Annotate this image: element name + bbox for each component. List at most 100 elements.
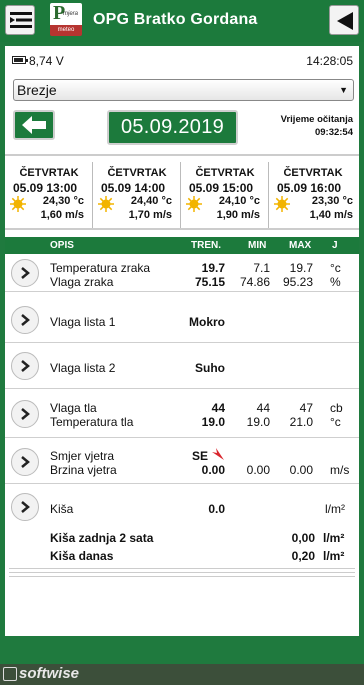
value-wind-speed: 0.00 [201,463,225,477]
forecast-temperature: 24,40 °c [130,195,172,207]
content-card: 8,74 V 14:28:05 Brezje ▼ 05.09.2019 Vrij… [5,46,359,636]
row-expand-button[interactable] [11,493,39,521]
max-air-humidity: 95.23 [282,275,313,289]
table-row-air[interactable]: Temperatura zraka 19.7 7.1 19.7 °c Vlaga… [5,254,359,292]
date-button[interactable]: 05.09.2019 [107,110,238,145]
unit-rain: l/m² [325,502,345,516]
table-row-soil[interactable]: Vlaga tla 44 44 47 cb Temperatura tla 19… [5,393,359,438]
station-select[interactable]: Brezje ▼ [13,79,354,101]
unit-soil-moisture: cb [330,401,343,415]
table-row-rain[interactable]: Kiša 0.0 l/m² [5,486,359,524]
label-soil-temperature: Temperatura tla [50,415,134,429]
label-air-humidity: Vlaga zraka [50,275,114,289]
battery-voltage: 8,74 V [29,54,64,68]
value-wind-direction: SE [191,449,208,463]
column-header-j: J [332,240,338,251]
table-row-wind[interactable]: Smjer vjetra SE Brzina vjetra 0.00 0.00 … [5,440,359,484]
forecast-item: ČETVRTAK 05.09 15:00 24,10 °c 1,90 m/s [181,162,269,228]
dropdown-arrow-icon: ▼ [339,85,348,95]
value-leaf-wetness-1: Mokro [189,315,225,329]
unit-air-humidity: % [330,275,341,289]
footer-brand: softwise [19,665,80,682]
menu-button[interactable] [5,5,35,35]
previous-day-button[interactable] [13,110,55,140]
max-air-temperature: 19.7 [289,261,313,275]
status-row: 8,74 V 14:28:05 [5,52,359,68]
softwise-logo-icon [3,667,17,681]
app-title: OPG Bratko Gordana [93,11,258,28]
label-rain-today: Kiša danas [50,549,114,563]
min-air-temperature: 7.1 [253,261,270,275]
column-header-max: MAX [289,240,312,251]
column-header-opis: OPIS [50,240,74,251]
sun-icon [98,196,114,212]
row-expand-button[interactable] [11,352,39,380]
app-header: P mjera meteo OPG Bratko Gordana [0,0,364,42]
forecast-item: ČETVRTAK 05.09 14:00 24,40 °c 1,70 m/s [93,162,181,228]
forecast-strip[interactable]: ČETVRTAK 05.09 13:00 24,30 °c 1,60 m/s Č… [5,154,359,230]
reading-time-label: Vrijeme očitanja [280,114,353,125]
forecast-wind: 1,60 m/s [40,209,84,221]
forecast-temperature: 23,30 °c [311,195,353,207]
forecast-datetime: 05.09 13:00 [13,181,78,195]
unit-soil-temperature: °c [330,415,341,429]
station-select-value: Brezje [17,82,57,98]
value-air-temperature: 19.7 [201,261,225,275]
divider [9,572,355,573]
label-wind-speed: Brzina vjetra [50,463,117,477]
value-rain-last-2h: 0,00 [291,531,315,545]
label-rain: Kiša [50,502,74,516]
menu-icon [10,12,32,28]
back-button[interactable] [329,5,359,35]
arrow-left-icon [22,116,46,134]
min-wind-speed: 0.00 [246,463,270,477]
row-expand-button[interactable] [11,448,39,476]
unit-rain-today: l/m² [323,549,345,563]
max-wind-speed: 0.00 [289,463,313,477]
label-leaf-wetness-1: Vlaga lista 1 [50,315,116,329]
measurements-table-header: OPIS TREN. MIN MAX J [5,237,359,254]
forecast-item: ČETVRTAK 05.09 16:00 23,30 °c 1,40 m/s [269,162,357,228]
min-soil-moisture: 44 [256,401,270,415]
wind-direction-arrow-icon [212,448,224,460]
row-expand-button[interactable] [11,259,39,287]
chevron-right-icon [21,314,30,326]
unit-wind-speed: m/s [330,463,350,477]
value-soil-moisture: 44 [211,401,225,415]
table-row-leaf-wetness-1[interactable]: Vlaga lista 1 Mokro [5,298,359,343]
value-rain-today: 0,20 [291,549,315,563]
value-soil-temperature: 19.0 [201,415,225,429]
max-soil-moisture: 47 [299,401,313,415]
chevron-right-icon [21,456,30,468]
forecast-day: ČETVRTAK [283,167,343,179]
label-leaf-wetness-2: Vlaga lista 2 [50,361,116,375]
forecast-temperature: 24,10 °c [218,195,260,207]
value-leaf-wetness-2: Suho [195,361,225,375]
chevron-right-icon [21,267,30,279]
row-expand-button[interactable] [11,306,39,334]
divider [9,568,355,569]
sun-icon [274,196,290,212]
back-arrow-icon [337,12,353,30]
forecast-datetime: 05.09 16:00 [277,181,342,195]
sun-icon [10,196,26,212]
logo-bottom-text: meteo [50,25,82,36]
chevron-right-icon [21,360,30,372]
value-rain: 0.0 [208,502,225,516]
label-rain-last-2h: Kiša zadnja 2 sata [50,531,154,545]
forecast-temperature: 24,30 °c [42,195,84,207]
max-soil-temperature: 21.0 [289,415,313,429]
unit-rain-last-2h: l/m² [323,531,345,545]
label-air-temperature: Temperatura zraka [50,261,151,275]
table-row-leaf-wetness-2[interactable]: Vlaga lista 2 Suho [5,345,359,389]
column-header-min: MIN [248,240,267,251]
battery-icon [12,56,28,64]
unit-air-temperature: °c [330,261,341,275]
min-soil-temperature: 19.0 [246,415,270,429]
logo-subtext: mjera [63,11,79,17]
min-air-humidity: 74.86 [239,275,270,289]
current-time: 14:28:05 [306,54,353,68]
label-wind-direction: Smjer vjetra [50,449,115,463]
row-expand-button[interactable] [11,400,39,428]
footer-bar: softwise [0,664,364,685]
